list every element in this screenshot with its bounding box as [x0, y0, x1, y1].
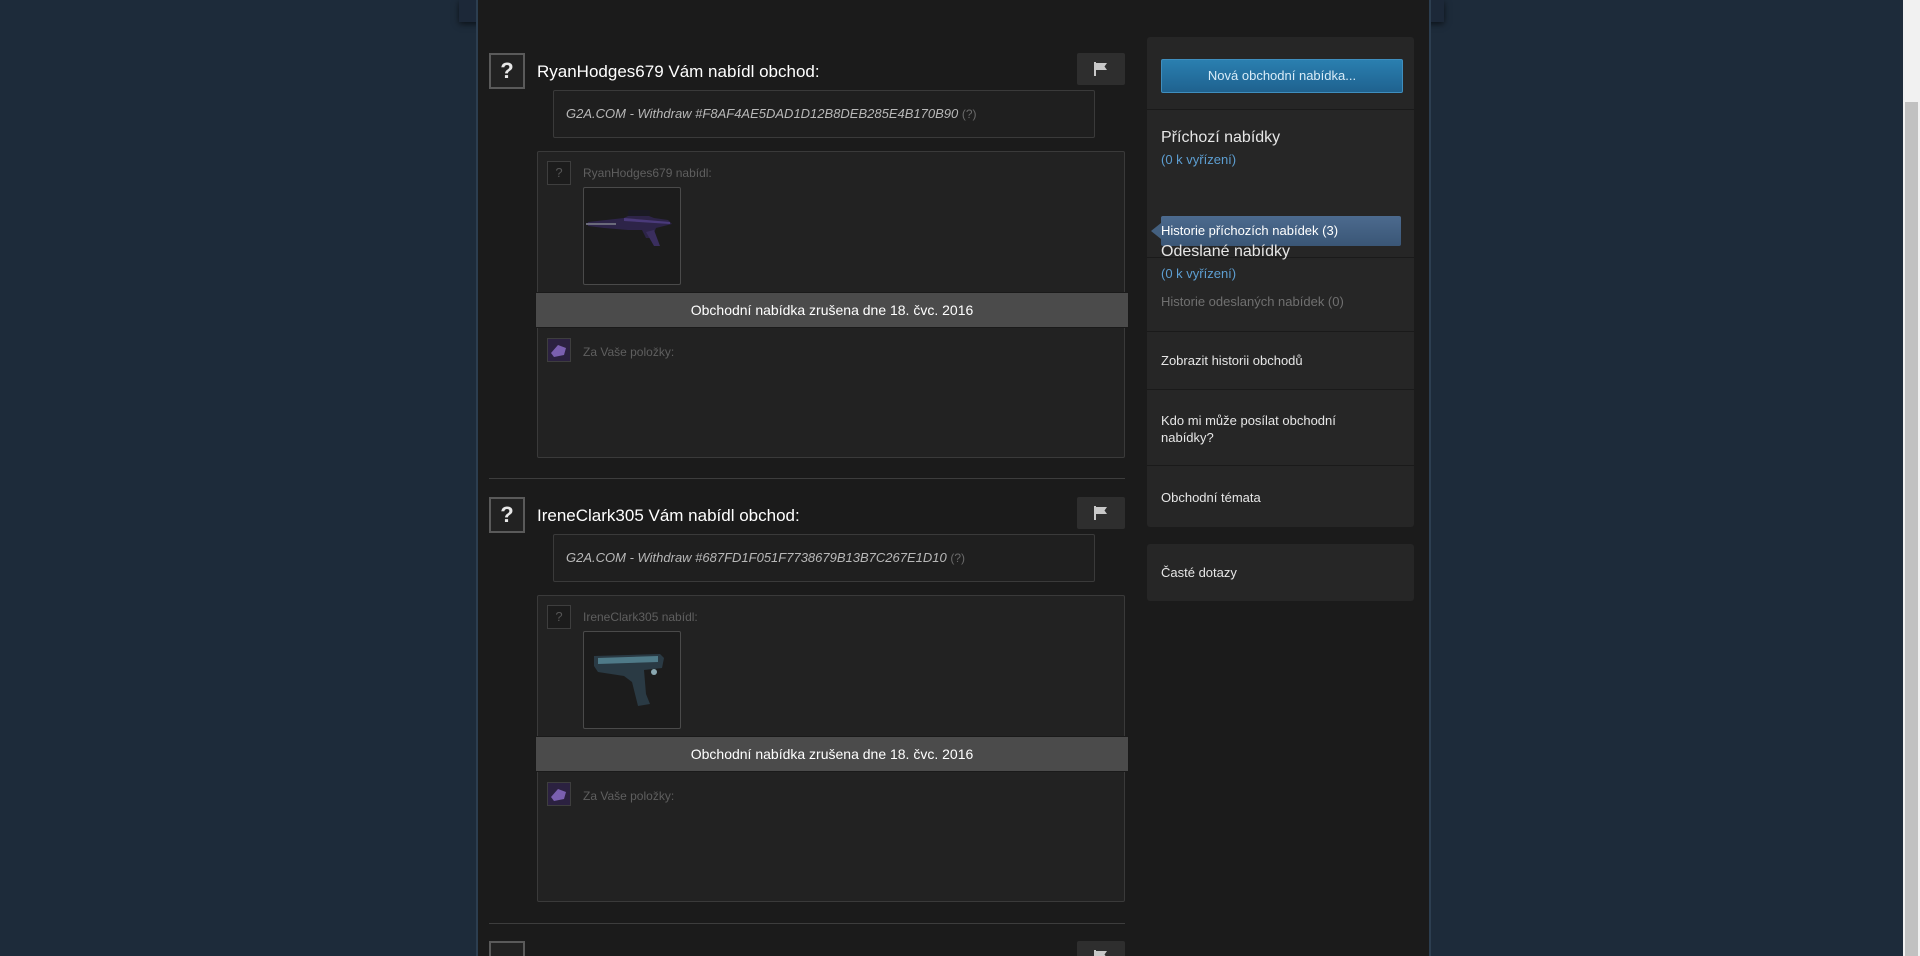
- trade-offers-sidebar: Nová obchodní nabídka... Příchozí nabídk…: [1147, 37, 1414, 527]
- sent-section: Odeslané nabídky (0 k vyřízení) Historie…: [1147, 221, 1414, 332]
- your-items-label: Za Vaše položky:: [583, 345, 675, 359]
- your-avatar[interactable]: [547, 338, 571, 362]
- offer-status-banner: Obchodní nabídka zrušena dne 18. čvc. 20…: [535, 736, 1129, 772]
- message-body: G2A.COM - Withdraw #687FD1F051F7738679B1…: [566, 550, 947, 565]
- message-body: G2A.COM - Withdraw #F8AF4AE5DAD1D12B8DEB…: [566, 106, 959, 121]
- your-avatar[interactable]: [547, 782, 571, 806]
- offer-separator: [489, 923, 1125, 924]
- sent-heading: Odeslané nabídky: [1161, 243, 1290, 260]
- trade-offer: ? IreneClark305 Vám nabídl obchod: G2A.C…: [489, 497, 1129, 924]
- sent-pending-link[interactable]: (0 k vyřízení): [1161, 266, 1236, 281]
- page-scrollbar[interactable]: [1903, 0, 1920, 956]
- partner-avatar[interactable]: ?: [489, 53, 525, 89]
- trade-topics-link[interactable]: Obchodní témata: [1161, 489, 1261, 506]
- pistol-icon: [594, 654, 664, 706]
- partner-offered-label: IreneClark305 nabídl:: [583, 610, 698, 624]
- your-items-label: Za Vaše položky:: [583, 789, 675, 803]
- trade-topics-section: Obchodní témata: [1147, 466, 1414, 526]
- scrollbar-thumb[interactable]: [1905, 102, 1918, 956]
- faq-link[interactable]: Časté dotazy: [1161, 564, 1237, 581]
- offer-title: IreneClark305 Vám nabídl obchod:: [537, 506, 800, 525]
- partner-avatar[interactable]: [489, 941, 525, 956]
- flag-icon: [1094, 62, 1107, 76]
- item-slot[interactable]: [583, 187, 681, 285]
- trade-offer-partial: [489, 941, 1125, 956]
- who-can-send-section: Kdo mi může posílat obchodní nabídky?: [1147, 390, 1414, 466]
- trade-history-section: Zobrazit historii obchodů: [1147, 332, 1414, 390]
- report-flag-button[interactable]: [1077, 497, 1125, 529]
- message-help-link[interactable]: (?): [962, 107, 977, 121]
- flag-icon: [1094, 506, 1107, 520]
- avatar-image-icon: [548, 339, 570, 361]
- item-slot[interactable]: [583, 631, 681, 729]
- incoming-heading: Příchozí nabídky: [1161, 129, 1281, 146]
- who-can-send-link[interactable]: Kdo mi může posílat obchodní nabídky?: [1161, 412, 1391, 446]
- offer-separator: [489, 478, 1125, 479]
- message-help-link[interactable]: (?): [950, 551, 965, 565]
- offer-items-box: ? IreneClark305 nabídl: Obchodní nabídka…: [535, 595, 1129, 902]
- new-trade-offer-button[interactable]: Nová obchodní nabídka...: [1161, 59, 1403, 93]
- avatar-image-icon: [548, 783, 570, 805]
- faq-panel: Časté dotazy: [1147, 544, 1414, 601]
- new-offer-section: Nová obchodní nabídka...: [1147, 37, 1414, 110]
- partner-mini-avatar[interactable]: ?: [547, 605, 571, 629]
- sniper-rifle-icon: [586, 210, 672, 246]
- offer-status-banner: Obchodní nabídka zrušena dne 18. čvc. 20…: [535, 292, 1129, 328]
- offer-message: G2A.COM - Withdraw #687FD1F051F7738679B1…: [553, 534, 1095, 582]
- report-flag-button[interactable]: [1077, 941, 1125, 956]
- incoming-pending-link[interactable]: (0 k vyřízení): [1161, 152, 1236, 167]
- offer-title: RyanHodges679 Vám nabídl obchod:: [537, 62, 820, 81]
- trade-offer: ? RyanHodges679 Vám nabídl obchod: G2A.C…: [489, 53, 1129, 479]
- offer-message: G2A.COM - Withdraw #F8AF4AE5DAD1D12B8DEB…: [553, 90, 1095, 138]
- offer-items-box: ? RyanHodges679 nabídl: Obchodní nabídka…: [535, 151, 1129, 458]
- offer-message-text: G2A.COM - Withdraw #687FD1F051F7738679B1…: [566, 550, 965, 565]
- partner-mini-avatar[interactable]: ?: [547, 161, 571, 185]
- partner-offered-label: RyanHodges679 nabídl:: [583, 166, 712, 180]
- flag-icon: [1094, 950, 1107, 956]
- trade-history-link[interactable]: Zobrazit historii obchodů: [1161, 352, 1303, 369]
- report-flag-button[interactable]: [1077, 53, 1125, 85]
- partner-avatar[interactable]: ?: [489, 497, 525, 533]
- sent-history-link[interactable]: Historie odeslaných nabídek (0): [1161, 294, 1344, 309]
- offer-message-text: G2A.COM - Withdraw #F8AF4AE5DAD1D12B8DEB…: [566, 106, 977, 121]
